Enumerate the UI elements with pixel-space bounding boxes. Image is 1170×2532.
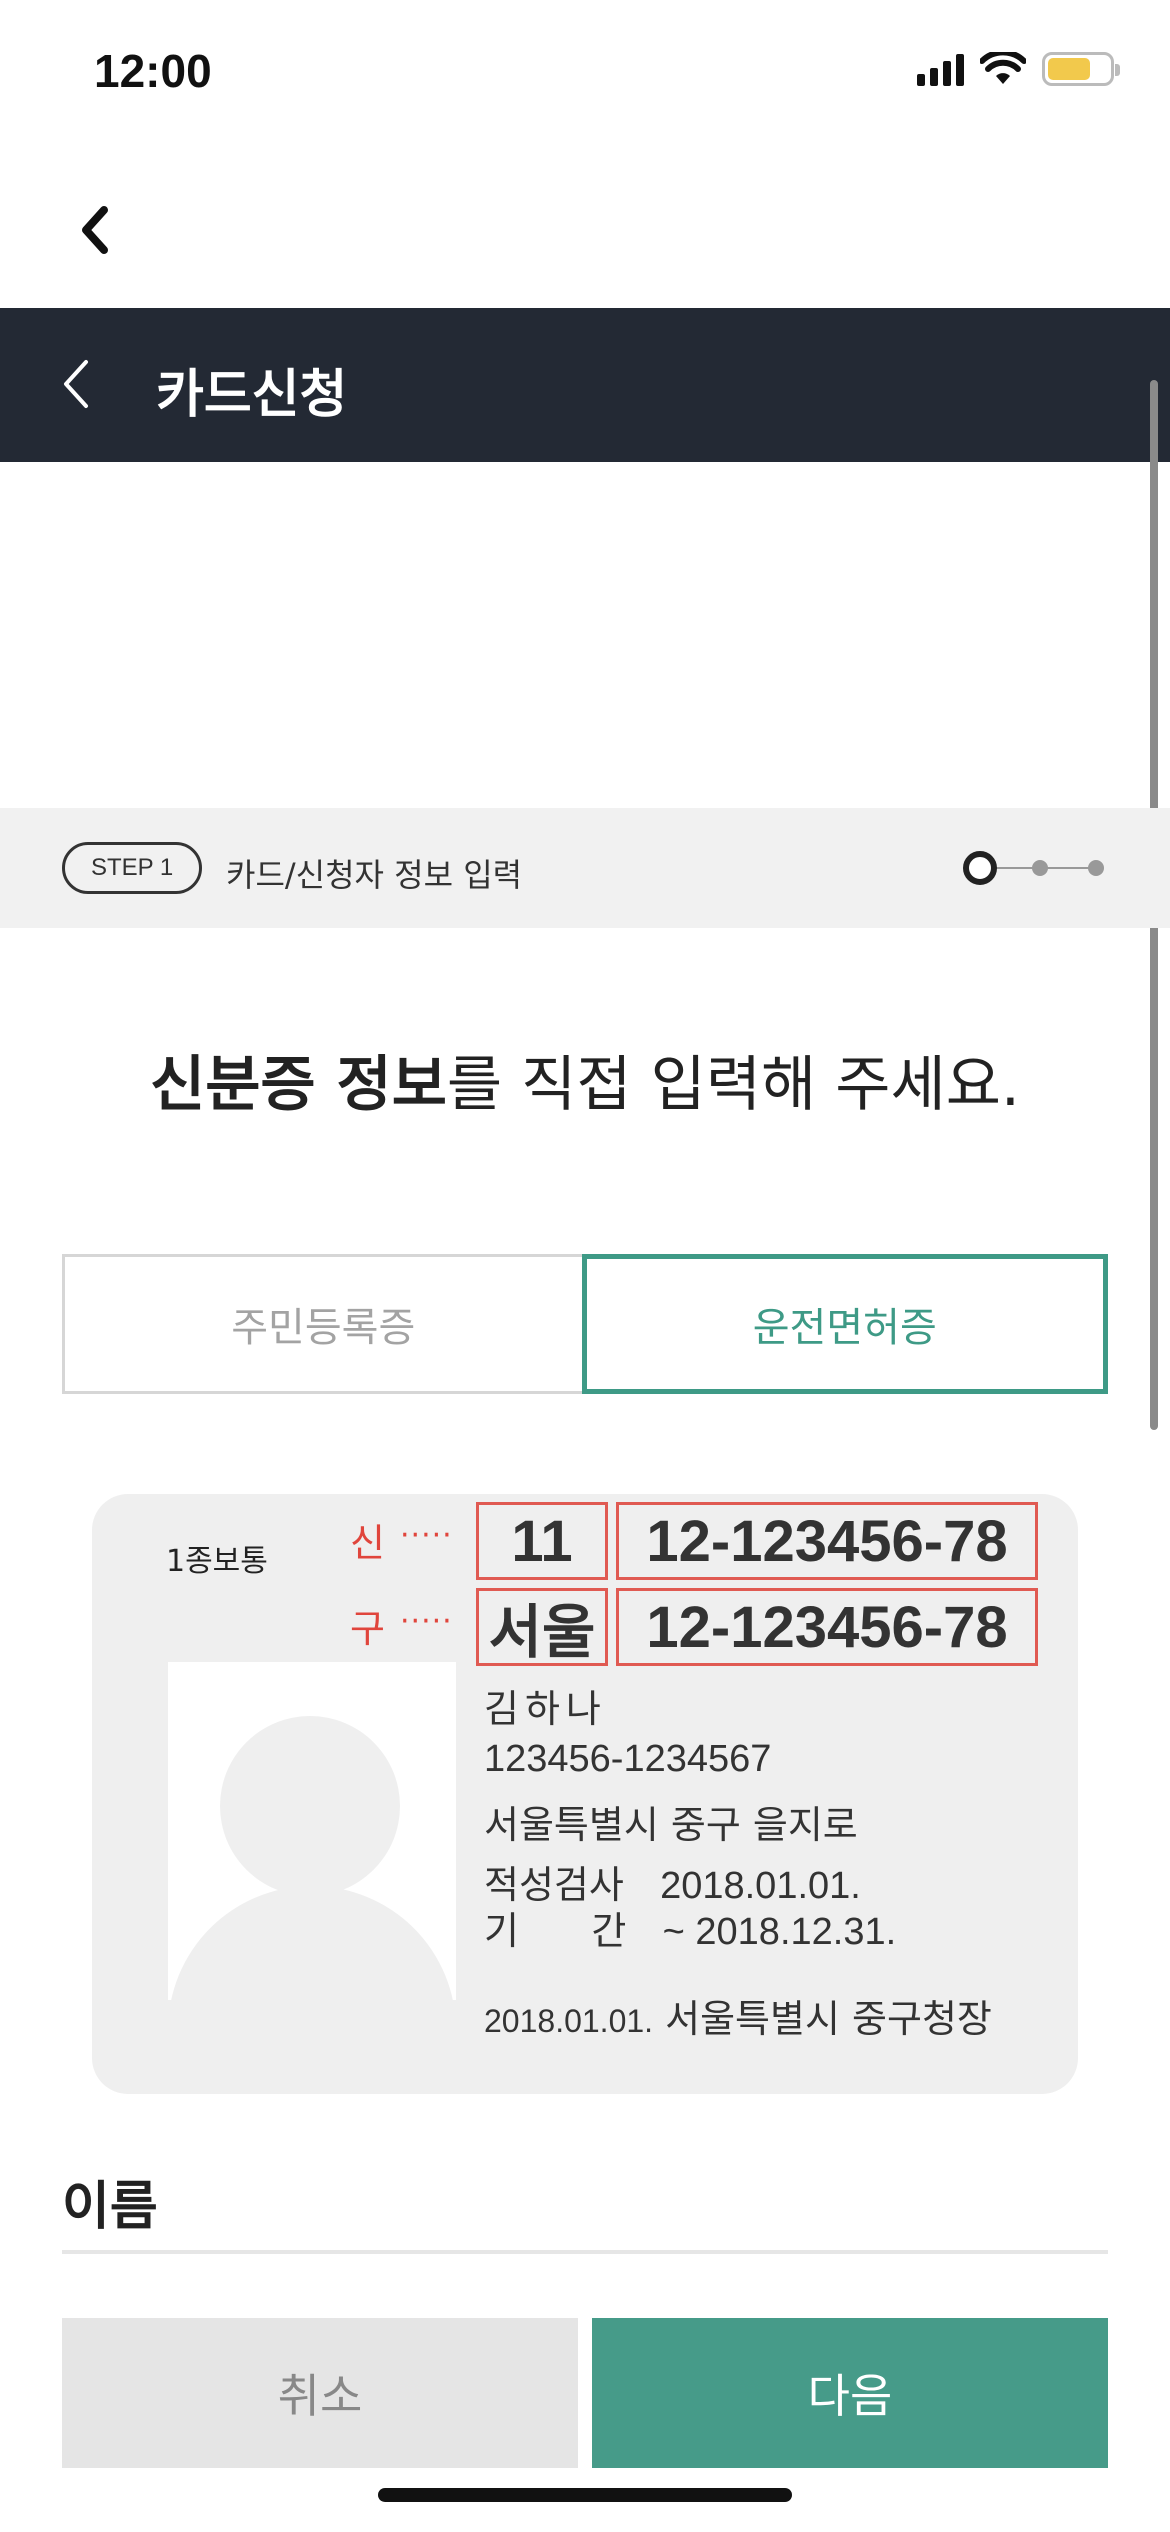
id-type-tabs: 주민등록증 운전면허증: [62, 1254, 1108, 1394]
period-row: 기 간 ~ 2018.12.31.: [484, 1900, 896, 1955]
name-field-label: 이름: [62, 2177, 158, 2237]
old-region-name: 서울: [476, 1588, 608, 1666]
status-icons: [917, 52, 1120, 86]
tab-driver-license[interactable]: 운전면허증: [581, 1254, 1108, 1394]
new-region-code: 11: [476, 1502, 608, 1580]
license-type: 1종보통: [166, 1544, 268, 1579]
cancel-button[interactable]: 취소: [62, 2318, 578, 2468]
instruction-headline: 신분증 정보를 직접 입력해 주세요.: [0, 1036, 1170, 1123]
old-format-marker: 구: [350, 1607, 385, 1651]
chevron-left-icon[interactable]: [56, 354, 96, 414]
top-nav: [0, 140, 1170, 308]
cellular-signal-icon: [917, 52, 964, 86]
leader-dots: ·····: [400, 1604, 453, 1639]
period-label: 기 간: [484, 1909, 627, 1953]
issue-date: 2018.01.01.: [484, 2003, 654, 2039]
step-dot: [1032, 860, 1048, 876]
home-indicator: [378, 2488, 792, 2502]
issue-row: 2018.01.01. 서울특별시 중구청장: [484, 1988, 992, 2043]
status-bar: 12:00: [0, 0, 1170, 140]
step-label: 카드/신청자 정보 입력: [226, 856, 523, 894]
next-button[interactable]: 다음: [592, 2318, 1108, 2468]
step-dot: [1088, 860, 1104, 876]
step-progress-indicator: [963, 851, 1104, 885]
status-time: 12:00: [94, 45, 212, 97]
step-badge: STEP 1: [62, 842, 203, 894]
page-title: 카드신청: [156, 365, 348, 425]
name-field[interactable]: [62, 2250, 1108, 2254]
license-address: 서울특별시 중구 을지로: [484, 1803, 858, 1847]
old-license-number: 12-123456-78: [616, 1588, 1038, 1666]
chevron-left-icon[interactable]: [70, 200, 120, 260]
license-rrn: 123456-1234567: [484, 1738, 772, 1780]
wifi-icon: [980, 52, 1026, 84]
app-header: 카드신청: [0, 308, 1170, 462]
license-holder-name: 김하나: [484, 1687, 607, 1731]
step-dot-current: [963, 851, 997, 885]
issuer: 서울특별시 중구청장: [665, 1997, 992, 2041]
leader-dots: ·····: [400, 1518, 453, 1553]
photo-placeholder-icon: [168, 1662, 456, 2000]
period-date: ~ 2018.12.31.: [662, 1911, 897, 1953]
license-card-example: 1종보통 신 ····· 구 ····· 11 12-123456-78 서울 …: [92, 1494, 1078, 2094]
battery-icon: [1042, 52, 1120, 86]
headline-rest: 를 직접 입력해 주세요.: [446, 1050, 1020, 1120]
headline-bold: 신분증 정보: [150, 1050, 447, 1120]
tab-resident-card[interactable]: 주민등록증: [62, 1254, 582, 1394]
new-format-marker: 신: [350, 1521, 385, 1565]
new-license-number: 12-123456-78: [616, 1502, 1038, 1580]
